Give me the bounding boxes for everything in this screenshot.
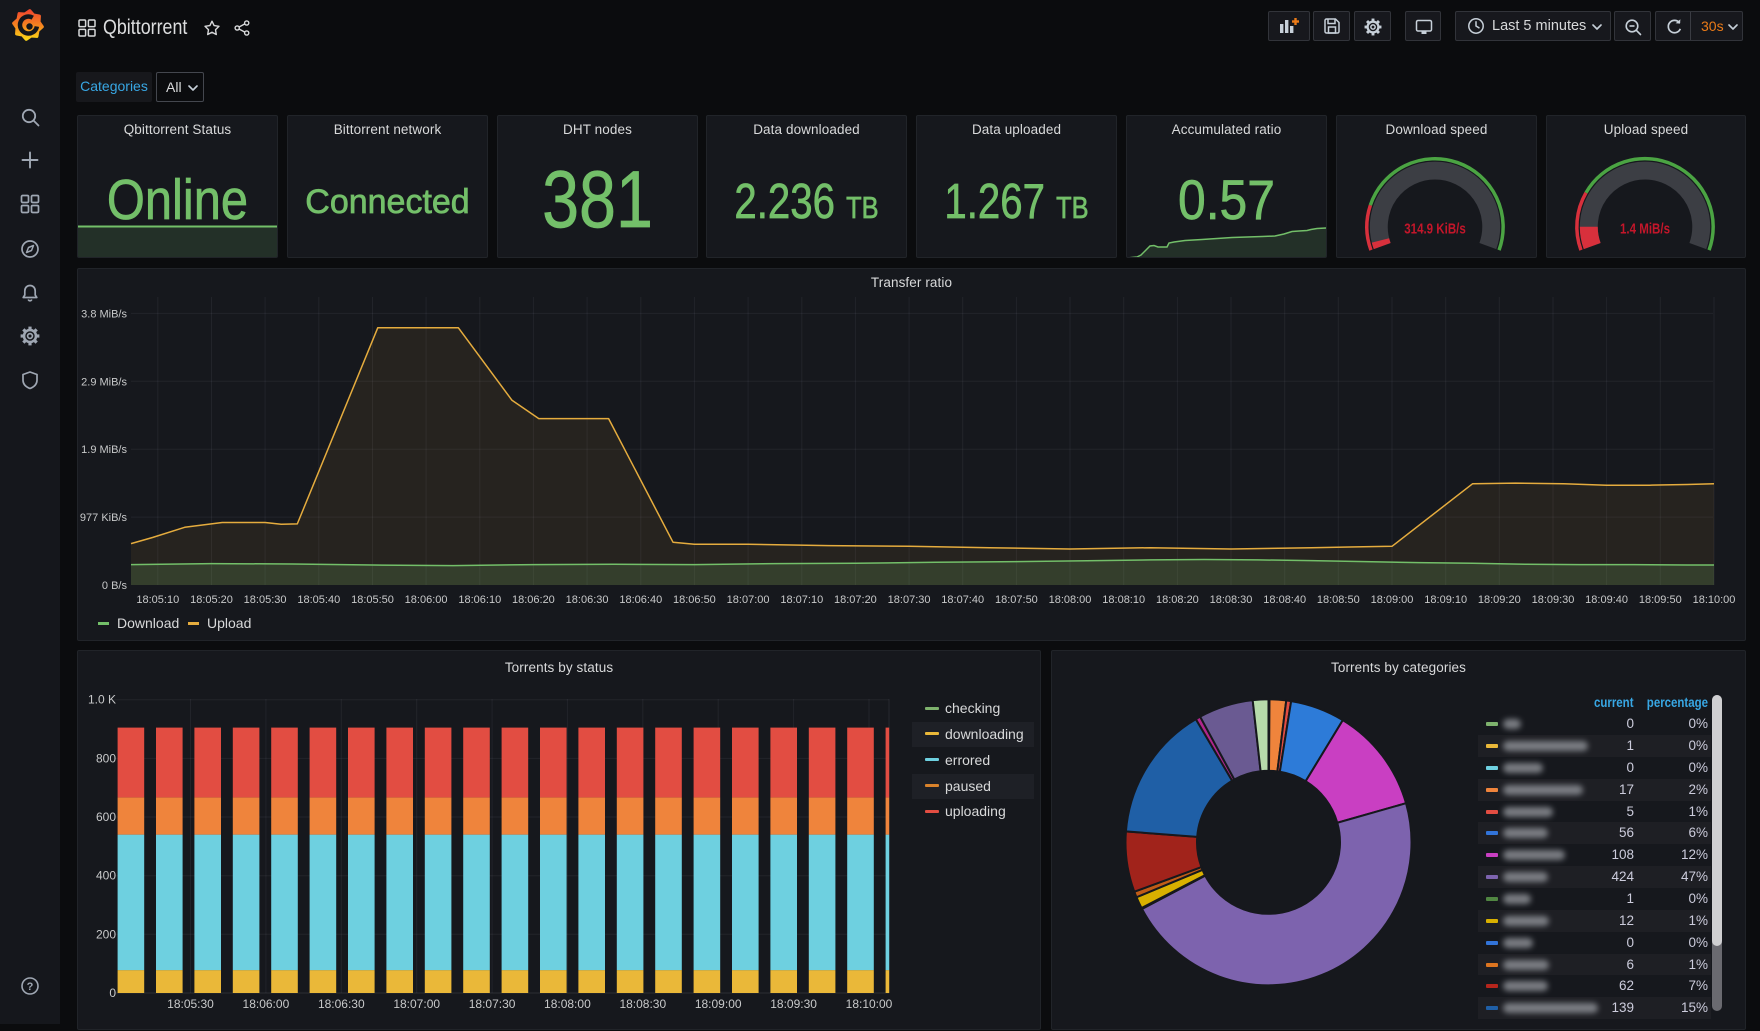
svg-text:200: 200 — [96, 927, 116, 941]
svg-text:2.9 MiB/s: 2.9 MiB/s — [81, 376, 127, 388]
svg-text:18:07:00: 18:07:00 — [393, 997, 440, 1011]
svg-text:18:07:50: 18:07:50 — [995, 594, 1038, 606]
svg-text:18:05:30: 18:05:30 — [244, 594, 287, 606]
svg-text:18:09:40: 18:09:40 — [1585, 594, 1628, 606]
svg-text:18:10:00: 18:10:00 — [1693, 594, 1736, 606]
svg-text:18:08:20: 18:08:20 — [1156, 594, 1199, 606]
svg-text:400: 400 — [96, 869, 116, 883]
svg-text:?: ? — [27, 981, 34, 993]
svg-text:18:08:50: 18:08:50 — [1317, 594, 1360, 606]
svg-text:18:09:10: 18:09:10 — [1424, 594, 1467, 606]
svg-text:18:08:00: 18:08:00 — [544, 997, 591, 1011]
svg-text:18:05:10: 18:05:10 — [136, 594, 179, 606]
svg-text:0: 0 — [109, 986, 116, 1000]
svg-text:18:09:50: 18:09:50 — [1639, 594, 1682, 606]
svg-text:18:07:40: 18:07:40 — [941, 594, 984, 606]
svg-text:18:07:10: 18:07:10 — [780, 594, 823, 606]
svg-text:18:09:30: 18:09:30 — [1532, 594, 1575, 606]
svg-text:1.9 MiB/s: 1.9 MiB/s — [81, 444, 127, 456]
svg-text:800: 800 — [96, 751, 116, 765]
svg-text:18:05:30: 18:05:30 — [167, 997, 214, 1011]
svg-text:977 KiB/s: 977 KiB/s — [80, 512, 128, 524]
svg-text:18:08:00: 18:08:00 — [1049, 594, 1092, 606]
svg-text:18:05:20: 18:05:20 — [190, 594, 233, 606]
svg-text:18:08:10: 18:08:10 — [1102, 594, 1145, 606]
svg-text:0 B/s: 0 B/s — [102, 580, 128, 592]
svg-text:18:08:30: 18:08:30 — [619, 997, 666, 1011]
svg-text:3.8 MiB/s: 3.8 MiB/s — [81, 308, 127, 320]
svg-text:18:07:30: 18:07:30 — [888, 594, 931, 606]
svg-text:18:06:40: 18:06:40 — [619, 594, 662, 606]
svg-text:18:07:00: 18:07:00 — [727, 594, 770, 606]
svg-text:18:06:50: 18:06:50 — [673, 594, 716, 606]
svg-text:18:08:40: 18:08:40 — [1263, 594, 1306, 606]
svg-text:18:09:30: 18:09:30 — [770, 997, 817, 1011]
svg-text:18:06:30: 18:06:30 — [566, 594, 609, 606]
svg-text:18:06:30: 18:06:30 — [318, 997, 365, 1011]
svg-text:600: 600 — [96, 810, 116, 824]
svg-text:18:05:40: 18:05:40 — [297, 594, 340, 606]
svg-text:Upload: Upload — [207, 615, 251, 631]
svg-text:18:09:00: 18:09:00 — [1371, 594, 1414, 606]
svg-text:Download: Download — [117, 615, 179, 631]
svg-text:18:09:00: 18:09:00 — [695, 997, 742, 1011]
svg-text:18:07:20: 18:07:20 — [834, 594, 877, 606]
svg-text:1.4 MiB/s: 1.4 MiB/s — [1620, 220, 1670, 237]
svg-text:18:08:30: 18:08:30 — [1210, 594, 1253, 606]
svg-text:18:07:30: 18:07:30 — [469, 997, 516, 1011]
svg-text:18:10:00: 18:10:00 — [846, 997, 893, 1011]
svg-text:18:05:50: 18:05:50 — [351, 594, 394, 606]
svg-text:18:06:00: 18:06:00 — [243, 997, 290, 1011]
svg-text:314.9 KiB/s: 314.9 KiB/s — [1404, 220, 1466, 237]
svg-text:18:06:00: 18:06:00 — [405, 594, 448, 606]
svg-text:1.0 K: 1.0 K — [88, 693, 116, 707]
svg-text:18:06:20: 18:06:20 — [512, 594, 555, 606]
svg-text:18:06:10: 18:06:10 — [458, 594, 501, 606]
svg-text:18:09:20: 18:09:20 — [1478, 594, 1521, 606]
